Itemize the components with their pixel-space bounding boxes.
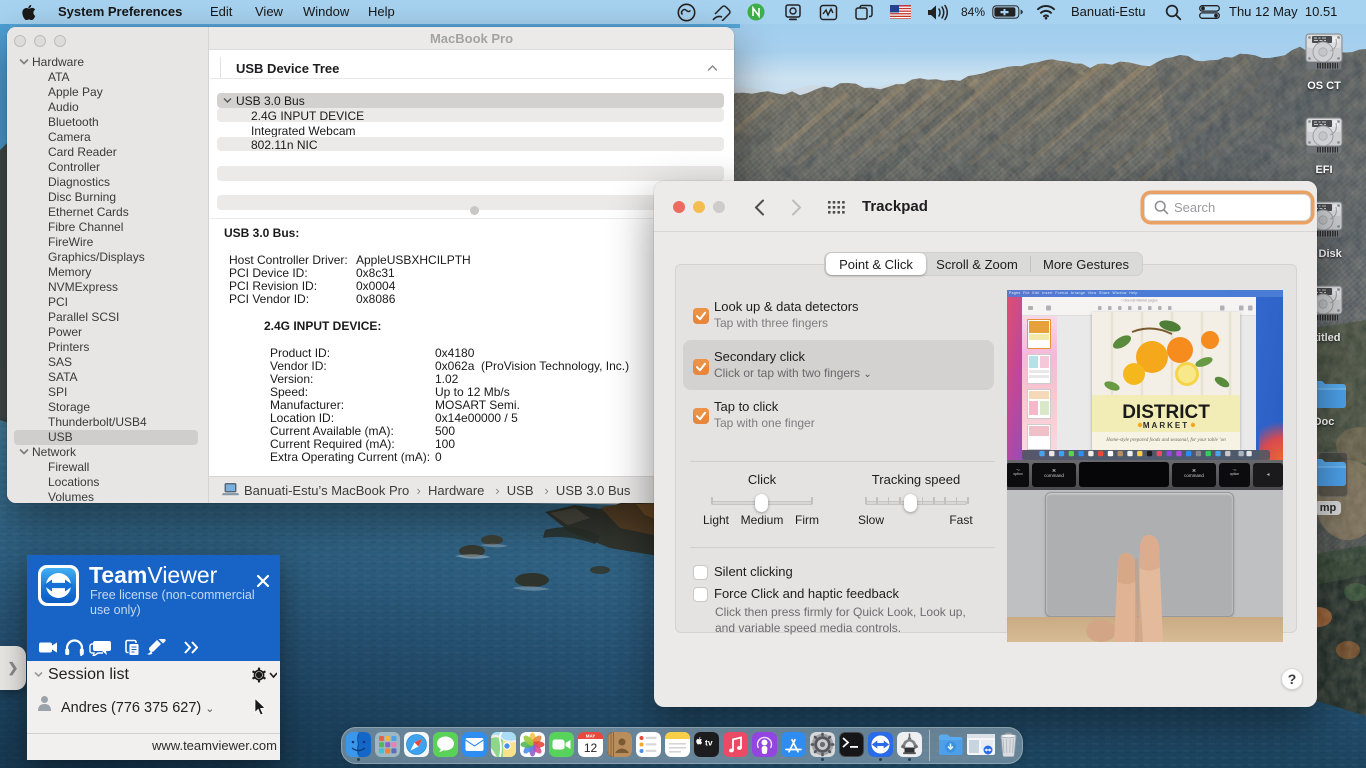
svg-text:tv: tv [705, 738, 713, 748]
svg-text:MARKET: MARKET [1143, 421, 1189, 430]
svg-text:○ Ota-lvst Market pages: ○ Ota-lvst Market pages [1120, 298, 1158, 302]
svg-text:MAY: MAY [586, 734, 596, 739]
svg-text:Home-style prepared foods and: Home-style prepared foods and seasonal, … [1105, 438, 1226, 443]
svg-text:12: 12 [584, 741, 598, 755]
svg-text:DISTRICT: DISTRICT [1122, 402, 1210, 423]
